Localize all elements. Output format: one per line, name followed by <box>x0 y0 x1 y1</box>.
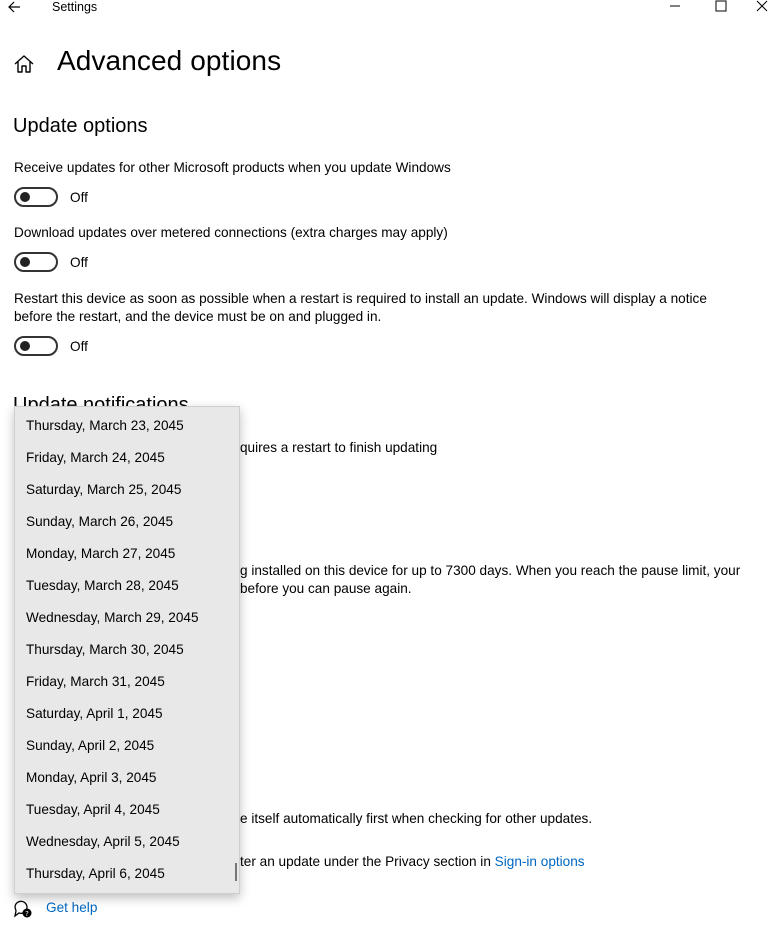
date-option[interactable]: Wednesday, April 5, 2045 <box>26 834 180 849</box>
date-option[interactable]: Wednesday, March 29, 2045 <box>26 610 199 625</box>
page-title: Advanced options <box>57 45 282 76</box>
toggle-state-label: Off <box>70 255 88 270</box>
option-label-metered: Download updates over metered connection… <box>14 225 448 240</box>
date-option[interactable]: Sunday, April 2, 2045 <box>26 738 154 753</box>
help-chat-icon: ? <box>13 899 33 919</box>
privacy-text: ter an update under the Privacy section … <box>240 854 495 869</box>
option-label-restart-line1: Restart this device as soon as possible … <box>14 291 707 306</box>
toggle-knob <box>20 192 30 202</box>
date-option[interactable]: Saturday, March 25, 2045 <box>26 482 181 497</box>
back-arrow-icon[interactable] <box>5 0 25 16</box>
dropdown-scrollbar[interactable] <box>235 863 237 881</box>
close-icon[interactable] <box>754 0 774 16</box>
minimize-icon[interactable] <box>662 0 688 16</box>
title-bar: Settings <box>0 0 774 16</box>
date-option[interactable]: Thursday, March 23, 2045 <box>26 418 184 433</box>
date-option[interactable]: Saturday, April 1, 2045 <box>26 706 163 721</box>
date-option[interactable]: Monday, March 27, 2045 <box>26 546 175 561</box>
home-icon[interactable] <box>12 52 36 76</box>
window-title: Settings <box>52 0 98 14</box>
delivery-description: e itself automatically first when checki… <box>240 811 593 826</box>
get-help-link[interactable]: Get help <box>46 900 97 915</box>
toggle-other-products[interactable] <box>14 187 58 207</box>
privacy-description: ter an update under the Privacy section … <box>240 853 585 871</box>
toggle-state-label: Off <box>70 190 88 205</box>
toggle-knob <box>20 341 30 351</box>
date-option[interactable]: Sunday, March 26, 2045 <box>26 514 173 529</box>
option-label-other-products: Receive updates for other Microsoft prod… <box>14 160 451 175</box>
pause-description-line1: g installed on this device for up to 730… <box>240 563 741 578</box>
pause-description-line2: before you can pause again. <box>240 581 412 596</box>
toggle-metered[interactable] <box>14 252 58 272</box>
date-option[interactable]: Tuesday, April 4, 2045 <box>26 802 160 817</box>
toggle-restart[interactable] <box>14 336 58 356</box>
toggle-knob <box>20 257 30 267</box>
date-option[interactable]: Thursday, March 30, 2045 <box>26 642 184 657</box>
option-label-restart-line2: before the restart, and the device must … <box>14 309 382 324</box>
date-option[interactable]: Thursday, April 6, 2045 <box>26 866 165 881</box>
toggle-state-label: Off <box>70 339 88 354</box>
date-option[interactable]: Friday, March 31, 2045 <box>26 674 165 689</box>
date-option[interactable]: Friday, March 24, 2045 <box>26 450 165 465</box>
maximize-icon[interactable] <box>708 0 734 16</box>
pause-until-date-dropdown[interactable]: Thursday, March 23, 2045 Friday, March 2… <box>14 406 240 894</box>
svg-text:?: ? <box>25 910 29 918</box>
notification-option-text: quires a restart to finish updating <box>240 440 438 455</box>
date-option[interactable]: Monday, April 3, 2045 <box>26 770 156 785</box>
sign-in-options-link[interactable]: Sign-in options <box>495 854 585 869</box>
section-heading-update-options: Update options <box>13 115 148 137</box>
date-option[interactable]: Tuesday, March 28, 2045 <box>26 578 179 593</box>
